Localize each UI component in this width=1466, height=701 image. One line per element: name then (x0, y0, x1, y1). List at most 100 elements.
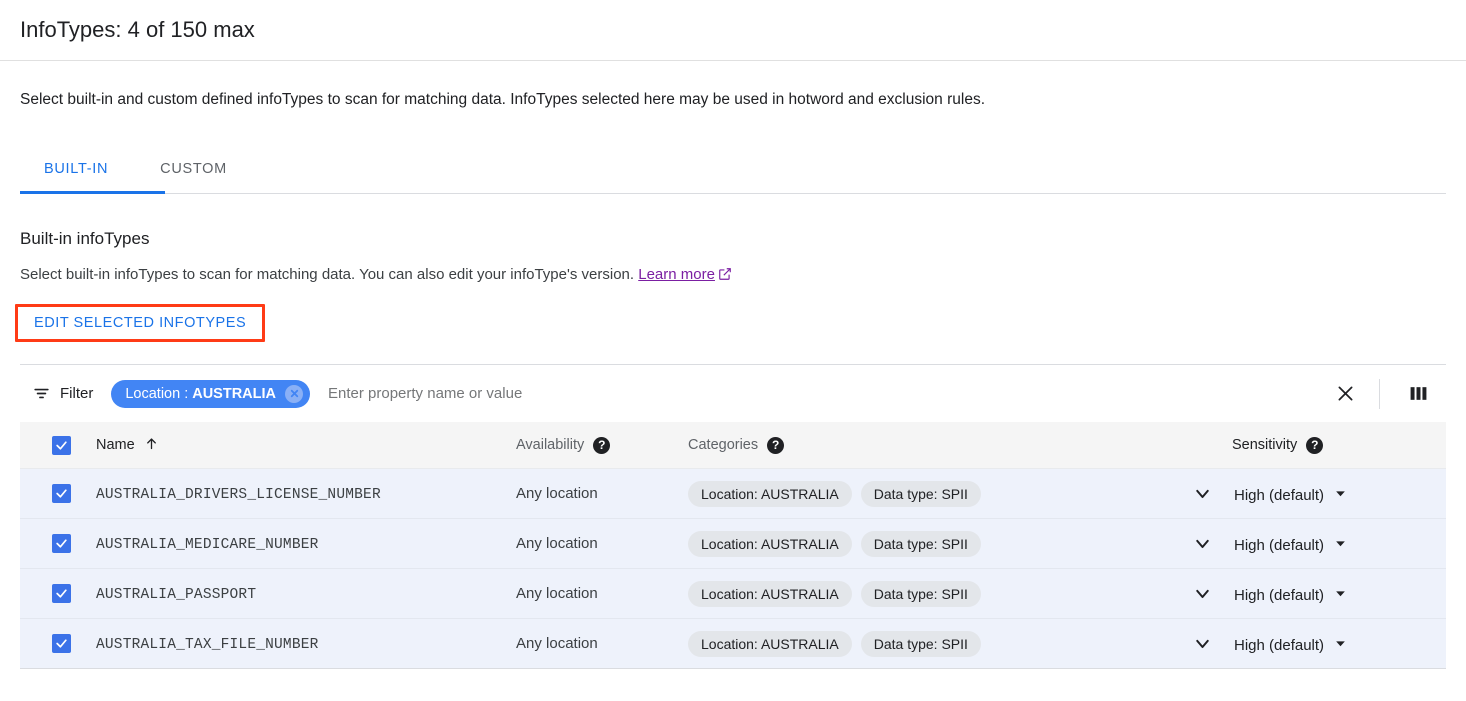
expand-row-chevron-down-icon[interactable] (1172, 519, 1232, 568)
row-sensitivity-cell: High (default) (1232, 519, 1446, 569)
category-chip[interactable]: Data type: SPII (861, 481, 981, 507)
tab-baseline (20, 193, 1446, 194)
sensitivity-dropdown[interactable]: High (default) (1232, 637, 1446, 654)
table-body: AUSTRALIA_DRIVERS_LICENSE_NUMBER Any loc… (20, 469, 1446, 669)
row-checkbox[interactable] (52, 534, 71, 553)
learn-more-link[interactable]: Learn more (638, 266, 715, 283)
infotype-name: AUSTRALIA_TAX_FILE_NUMBER (96, 637, 319, 653)
expand-row-chevron-down-icon[interactable] (1172, 469, 1232, 518)
category-chip[interactable]: Location: AUSTRALIA (688, 581, 852, 607)
category-chip[interactable]: Data type: SPII (861, 631, 981, 657)
filter-label: Filter (60, 385, 93, 402)
infotype-availability: Any location (516, 485, 598, 502)
tab-built-in[interactable]: BUILT-IN (20, 145, 134, 193)
name-header[interactable]: Name (96, 422, 516, 469)
row-name-cell: AUSTRALIA_TAX_FILE_NUMBER (96, 619, 516, 669)
row-checkbox[interactable] (52, 634, 71, 653)
categories-help-icon[interactable]: ? (767, 437, 784, 454)
expand-header (1172, 422, 1232, 469)
section-subtitle: Select built-in infoTypes to scan for ma… (20, 265, 1446, 287)
sensitivity-dropdown[interactable]: High (default) (1232, 587, 1446, 604)
row-expand-cell (1172, 619, 1232, 669)
infotype-availability: Any location (516, 535, 598, 552)
row-sensitivity-cell: High (default) (1232, 619, 1446, 669)
chevron-down-icon[interactable] (1334, 637, 1347, 654)
row-sensitivity-cell: High (default) (1232, 469, 1446, 519)
infotypes-table: Name Availability ? (20, 422, 1446, 669)
chevron-down-icon[interactable] (1334, 537, 1347, 554)
page-title: InfoTypes: 4 of 150 max (0, 0, 1466, 60)
external-link-icon (718, 267, 732, 287)
row-name-cell: AUSTRALIA_DRIVERS_LICENSE_NUMBER (96, 469, 516, 519)
row-availability-cell: Any location (516, 519, 688, 569)
category-chip[interactable]: Location: AUSTRALIA (688, 631, 852, 657)
filter-chip-remove-icon[interactable] (285, 385, 303, 403)
sensitivity-value: High (default) (1234, 587, 1324, 604)
built-in-infotypes-section: Built-in infoTypes Select built-in infoT… (0, 229, 1466, 342)
filter-bar: Filter Location : AUSTRALIA (20, 365, 1446, 422)
sensitivity-value: High (default) (1234, 537, 1324, 554)
chevron-down-icon[interactable] (1334, 587, 1347, 604)
toolbar-separator (1379, 379, 1380, 409)
table-header-row: Name Availability ? (20, 422, 1446, 469)
section-title: Built-in infoTypes (20, 229, 1446, 249)
row-expand-cell (1172, 569, 1232, 619)
row-select-cell (20, 619, 96, 669)
filter-icon[interactable] (32, 384, 51, 403)
row-categories-cell: Location: AUSTRALIA Data type: SPII (688, 619, 1172, 669)
section-subtitle-text: Select built-in infoTypes to scan for ma… (20, 266, 634, 283)
select-all-checkbox[interactable] (52, 436, 71, 455)
tab-active-indicator (20, 191, 165, 194)
clear-filter-button[interactable] (1325, 374, 1365, 414)
categories-header: Categories ? (688, 422, 1172, 469)
filter-chip-location[interactable]: Location : AUSTRALIA (111, 380, 310, 408)
availability-header: Availability ? (516, 422, 688, 469)
row-availability-cell: Any location (516, 469, 688, 519)
sort-ascending-icon[interactable] (144, 436, 159, 455)
sensitivity-value: High (default) (1234, 637, 1324, 654)
row-availability-cell: Any location (516, 619, 688, 669)
category-chip[interactable]: Data type: SPII (861, 531, 981, 557)
row-checkbox[interactable] (52, 484, 71, 503)
chevron-down-icon[interactable] (1334, 487, 1347, 504)
edit-selected-infotypes-button[interactable]: EDIT SELECTED INFOTYPES (22, 309, 258, 337)
filter-chip-key: Location : (125, 386, 188, 402)
sensitivity-dropdown[interactable]: High (default) (1232, 487, 1446, 504)
dialog-description: Select built-in and custom defined infoT… (0, 61, 1466, 111)
table-row[interactable]: AUSTRALIA_DRIVERS_LICENSE_NUMBER Any loc… (20, 469, 1446, 519)
sensitivity-help-icon[interactable]: ? (1306, 437, 1323, 454)
infotype-name: AUSTRALIA_MEDICARE_NUMBER (96, 537, 319, 553)
table-row[interactable]: AUSTRALIA_PASSPORT Any location Location… (20, 569, 1446, 619)
column-display-options-icon[interactable] (1398, 374, 1438, 414)
tab-custom[interactable]: CUSTOM (134, 145, 253, 193)
row-select-cell (20, 569, 96, 619)
row-select-cell (20, 469, 96, 519)
filter-input[interactable] (326, 384, 1325, 403)
infotype-availability: Any location (516, 635, 598, 652)
row-categories-cell: Location: AUSTRALIA Data type: SPII (688, 569, 1172, 619)
row-expand-cell (1172, 519, 1232, 569)
row-name-cell: AUSTRALIA_PASSPORT (96, 569, 516, 619)
sensitivity-value: High (default) (1234, 487, 1324, 504)
name-header-label: Name (96, 437, 135, 453)
row-categories-cell: Location: AUSTRALIA Data type: SPII (688, 519, 1172, 569)
expand-row-chevron-down-icon[interactable] (1172, 569, 1232, 618)
table-row[interactable]: AUSTRALIA_MEDICARE_NUMBER Any location L… (20, 519, 1446, 569)
table-row[interactable]: AUSTRALIA_TAX_FILE_NUMBER Any location L… (20, 619, 1446, 669)
sensitivity-header-label: Sensitivity (1232, 437, 1297, 453)
row-sensitivity-cell: High (default) (1232, 569, 1446, 619)
categories-header-label: Categories (688, 437, 758, 453)
sensitivity-dropdown[interactable]: High (default) (1232, 537, 1446, 554)
availability-help-icon[interactable]: ? (593, 437, 610, 454)
infotype-availability: Any location (516, 585, 598, 602)
row-availability-cell: Any location (516, 569, 688, 619)
expand-row-chevron-down-icon[interactable] (1172, 619, 1232, 668)
category-chip[interactable]: Location: AUSTRALIA (688, 481, 852, 507)
category-chip[interactable]: Location: AUSTRALIA (688, 531, 852, 557)
table-header: Name Availability ? (20, 422, 1446, 469)
tab-bar: BUILT-IN CUSTOM (0, 145, 1466, 194)
category-chip[interactable]: Data type: SPII (861, 581, 981, 607)
row-checkbox[interactable] (52, 584, 71, 603)
sensitivity-header: Sensitivity ? (1232, 422, 1446, 469)
row-name-cell: AUSTRALIA_MEDICARE_NUMBER (96, 519, 516, 569)
